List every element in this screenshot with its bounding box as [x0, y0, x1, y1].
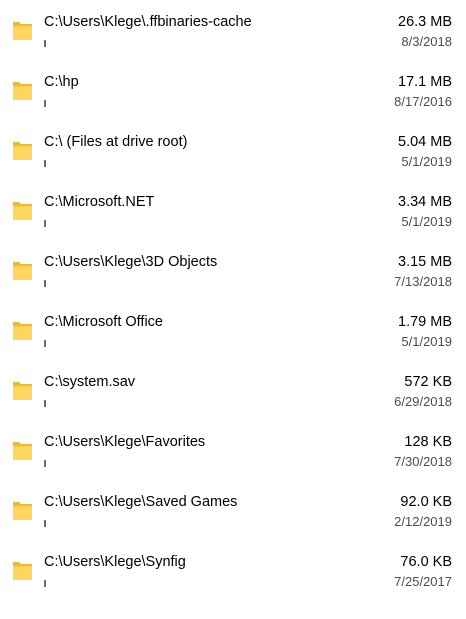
usage-bar: [44, 160, 46, 167]
folder-path: C:\system.sav: [44, 374, 136, 390]
folder-date: 8/17/2016: [394, 94, 452, 109]
folder-path: C:\Microsoft.NET: [44, 194, 155, 210]
usage-bar: [44, 220, 46, 227]
folder-date: 2/12/2019: [394, 514, 452, 529]
list-item[interactable]: C:\Microsoft Office 1.79 MB 5/1/2019: [0, 300, 466, 360]
usage-bar: [44, 280, 46, 287]
usage-bar: [44, 580, 46, 587]
usage-bar: [44, 40, 46, 47]
folder-path: C:\Users\Klege\Synfig: [44, 554, 186, 570]
folder-icon: [12, 559, 33, 581]
folder-icon: [12, 259, 33, 281]
folder-size: 572 KB: [404, 374, 452, 390]
folder-icon: [12, 379, 33, 401]
list-item[interactable]: C:\system.sav 572 KB 6/29/2018: [0, 360, 466, 420]
folder-size: 17.1 MB: [398, 74, 452, 90]
folder-size: 92.0 KB: [400, 494, 452, 510]
folder-path: C:\Users\Klege\Saved Games: [44, 494, 238, 510]
usage-bar: [44, 520, 46, 527]
folder-date: 5/1/2019: [401, 214, 452, 229]
folder-date: 8/3/2018: [401, 34, 452, 49]
folder-date: 7/30/2018: [394, 454, 452, 469]
folder-size: 26.3 MB: [398, 14, 452, 30]
usage-bar: [44, 340, 46, 347]
folder-date: 7/25/2017: [394, 574, 452, 589]
folder-size: 3.15 MB: [398, 254, 452, 270]
folder-path: C:\Users\Klege\Favorites: [44, 434, 206, 450]
list-item[interactable]: C:\Users\Klege\3D Objects 3.15 MB 7/13/2…: [0, 240, 466, 300]
usage-bar: [44, 460, 46, 467]
folder-path: C:\Users\Klege\.ffbinaries-cache: [44, 14, 252, 30]
folder-icon: [12, 199, 33, 221]
folder-icon: [12, 139, 33, 161]
list-item[interactable]: C:\ (Files at drive root) 5.04 MB 5/1/20…: [0, 120, 466, 180]
list-item[interactable]: C:\Users\Klege\Favorites 128 KB 7/30/201…: [0, 420, 466, 480]
folder-path: C:\Microsoft Office: [44, 314, 163, 330]
folder-size: 5.04 MB: [398, 134, 452, 150]
folder-path: C:\hp: [44, 74, 79, 90]
folder-icon: [12, 319, 33, 341]
folder-size: 1.79 MB: [398, 314, 452, 330]
list-item[interactable]: C:\Microsoft.NET 3.34 MB 5/1/2019: [0, 180, 466, 240]
folder-list: C:\Users\Klege\.ffbinaries-cache 26.3 MB…: [0, 0, 466, 600]
folder-size: 3.34 MB: [398, 194, 452, 210]
folder-icon: [12, 79, 33, 101]
list-item[interactable]: C:\hp 17.1 MB 8/17/2016: [0, 60, 466, 120]
folder-icon: [12, 19, 33, 41]
folder-date: 5/1/2019: [401, 154, 452, 169]
folder-path: C:\Users\Klege\3D Objects: [44, 254, 218, 270]
folder-date: 5/1/2019: [401, 334, 452, 349]
usage-bar: [44, 100, 46, 107]
folder-size: 128 KB: [404, 434, 452, 450]
list-item[interactable]: C:\Users\Klege\Synfig 76.0 KB 7/25/2017: [0, 540, 466, 600]
folder-icon: [12, 499, 33, 521]
folder-path: C:\ (Files at drive root): [44, 134, 188, 150]
folder-date: 7/13/2018: [394, 274, 452, 289]
list-item[interactable]: C:\Users\Klege\Saved Games 92.0 KB 2/12/…: [0, 480, 466, 540]
usage-bar: [44, 400, 46, 407]
folder-date: 6/29/2018: [394, 394, 452, 409]
folder-icon: [12, 439, 33, 461]
folder-size: 76.0 KB: [400, 554, 452, 570]
list-item[interactable]: C:\Users\Klege\.ffbinaries-cache 26.3 MB…: [0, 0, 466, 60]
